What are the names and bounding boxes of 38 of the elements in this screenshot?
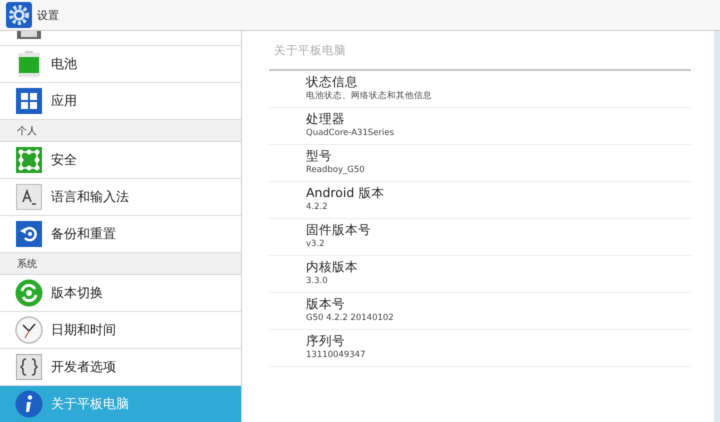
row-summary: Readboy_G50 [306, 165, 366, 176]
row-summary: 3.3.0 [306, 276, 329, 287]
row-title: 状态信息 [306, 74, 359, 90]
keyboard-letter-icon [16, 184, 42, 210]
settings-icon[interactable] [6, 2, 32, 28]
info-row[interactable]: 内核版本 3.3.0 [269, 256, 691, 293]
section-label: 个人 [17, 124, 37, 138]
info-row[interactable]: Android 版本 4.2.2 [269, 182, 691, 219]
info-row[interactable]: 型号 Readboy_G50 [269, 145, 691, 182]
apps-icon [16, 88, 42, 114]
row-summary: 电池状态、网络状态和其他信息 [306, 91, 433, 102]
row-title: 内核版本 [306, 259, 359, 275]
row-summary: v3.2 [306, 239, 326, 250]
app-title: 设置 [37, 8, 59, 22]
section-label: 系统 [17, 258, 37, 270]
row-summary: 4.2.2 [306, 202, 329, 213]
clock-icon [15, 316, 43, 344]
row-summary: 13110049347 [306, 350, 366, 361]
row-title: 处理器 [306, 111, 346, 127]
pane-title: 关于平板电脑 [274, 42, 346, 58]
row-title: Android 版本 [306, 185, 386, 201]
row-summary: QuadCore-A31Series [306, 128, 396, 139]
info-row[interactable]: 序列号 13110049347 [269, 330, 691, 367]
sync-icon [15, 279, 43, 307]
lock-pattern-icon [16, 147, 42, 173]
info-icon [15, 390, 43, 418]
info-row[interactable]: 状态信息 电池状态、网络状态和其他信息 [269, 71, 691, 108]
row-title: 版本号 [306, 296, 346, 312]
restore-icon [16, 221, 42, 247]
row-summary: G50 4.2.2 20140102 [306, 313, 395, 324]
info-row[interactable]: 处理器 QuadCore-A31Series [269, 108, 691, 145]
info-row[interactable]: 固件版本号 v3.2 [269, 219, 691, 256]
battery-icon [16, 51, 42, 77]
braces-icon [16, 354, 42, 380]
row-title: 序列号 [306, 333, 346, 349]
row-title: 固件版本号 [306, 222, 372, 238]
row-title: 型号 [306, 148, 333, 164]
info-row[interactable]: 版本号 G50 4.2.2 20140102 [269, 293, 691, 330]
